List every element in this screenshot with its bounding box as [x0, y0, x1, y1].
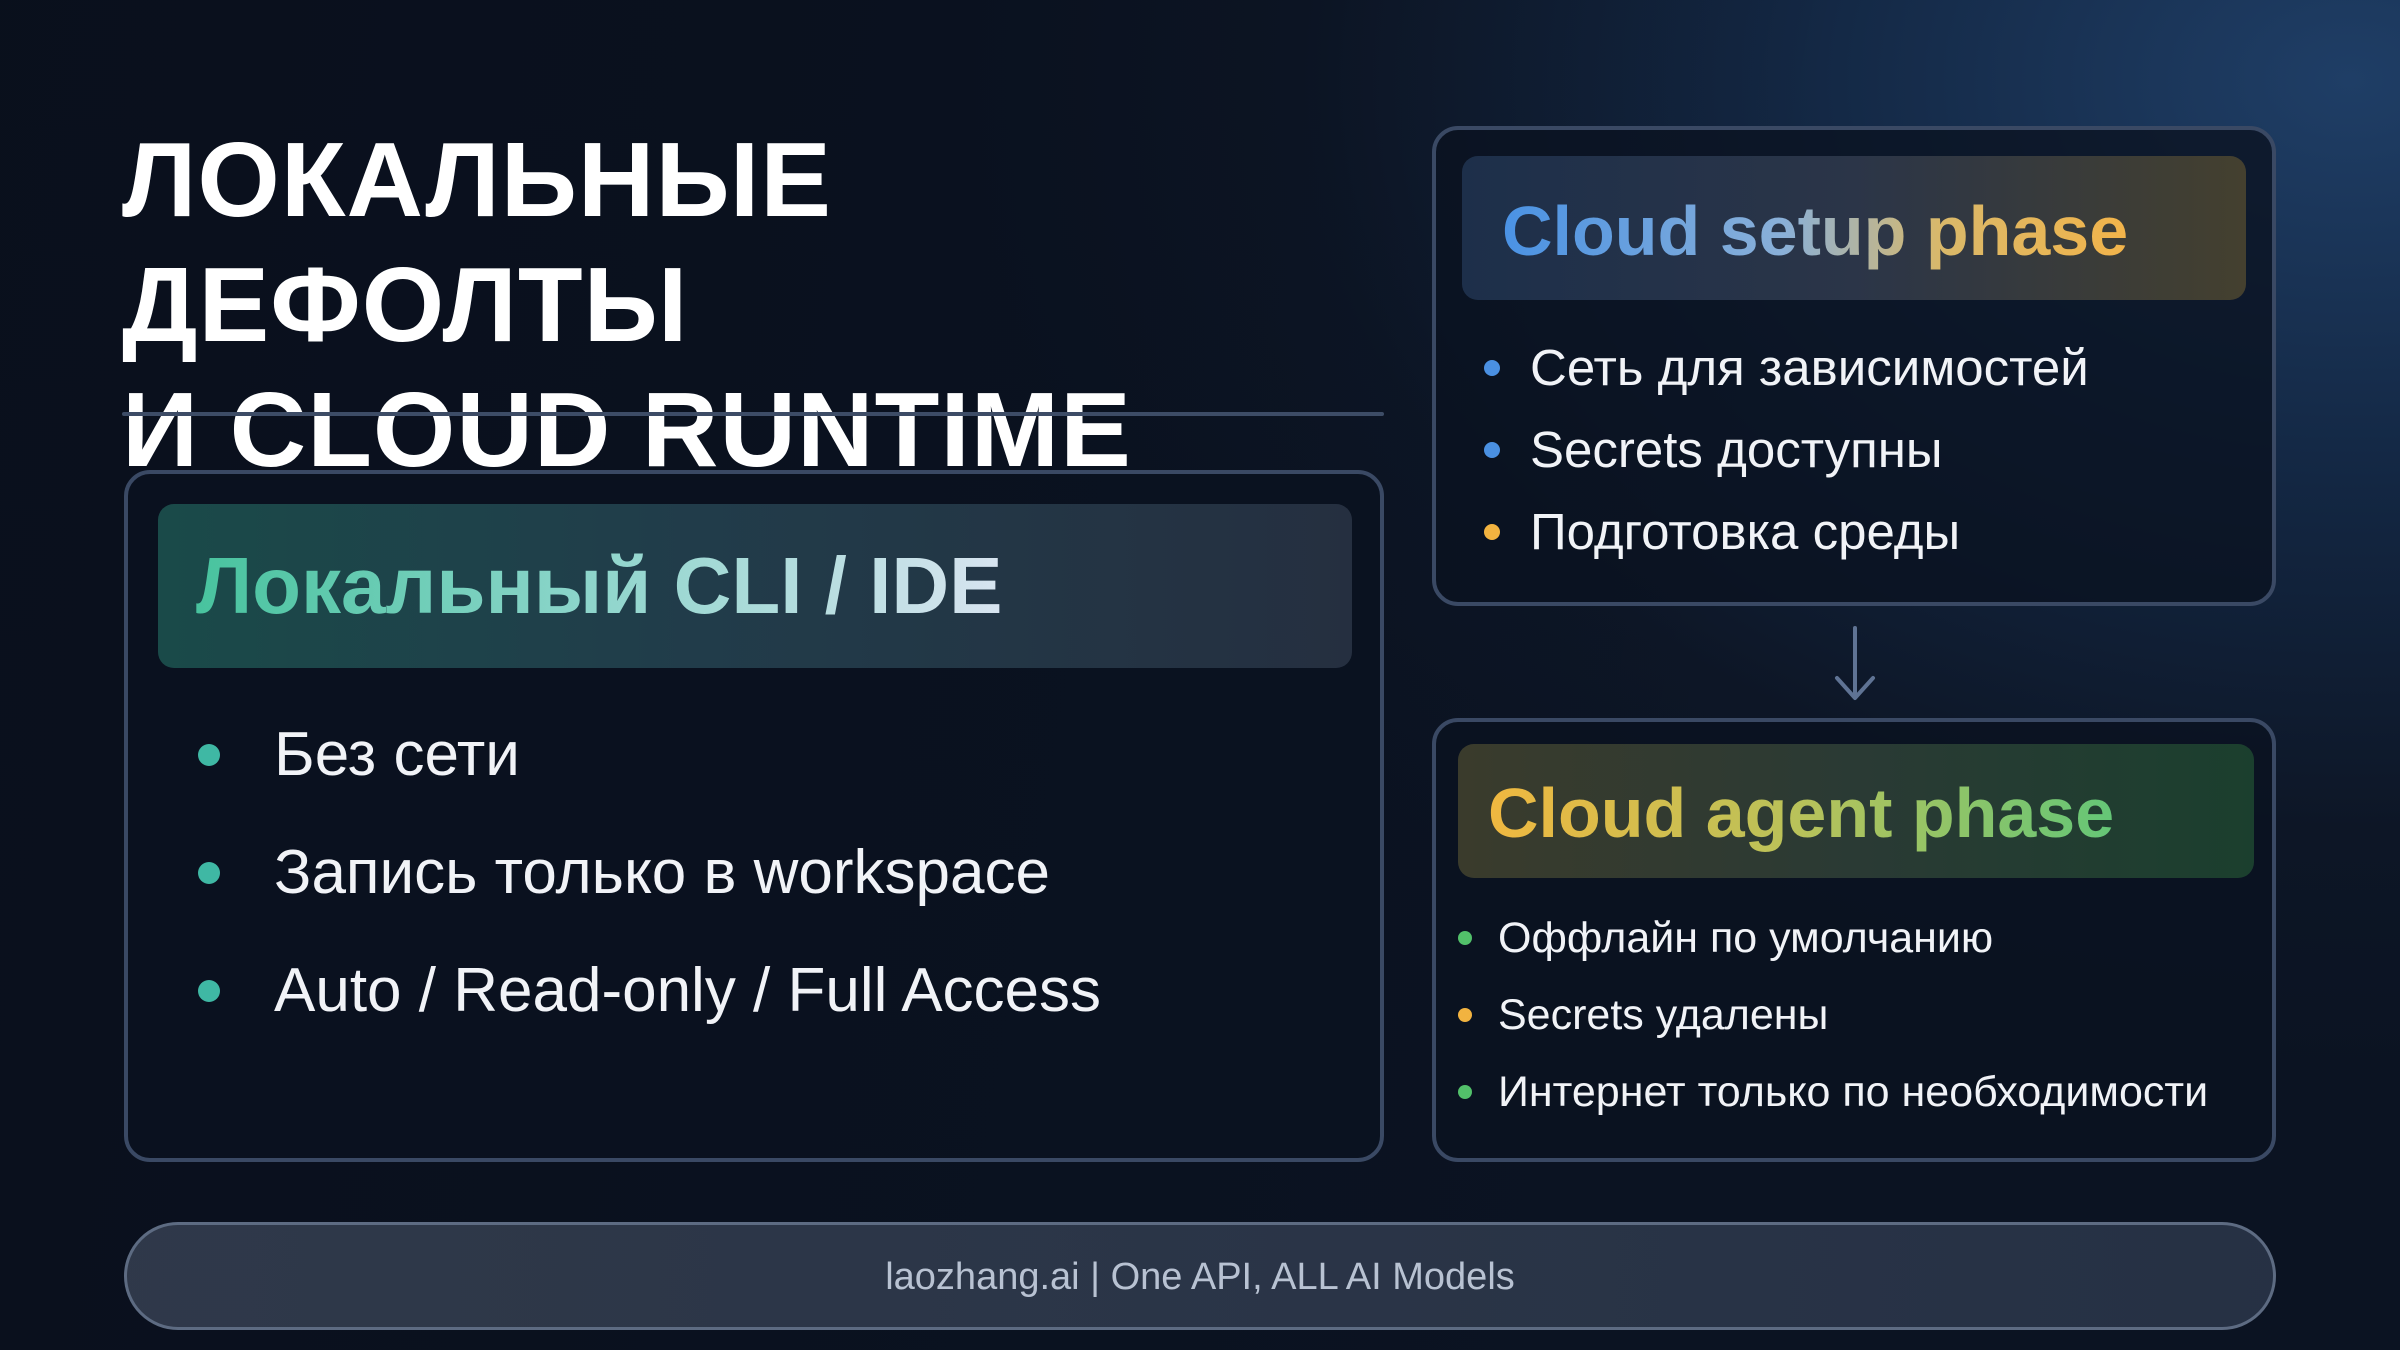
title-divider [122, 412, 1384, 416]
local-list: Без сети Запись только в workspace Auto … [198, 718, 1101, 1072]
bullet-dot-icon [198, 862, 220, 884]
arrow-down-icon [1835, 626, 1875, 700]
list-item: Интернет только по необходимости [1458, 1066, 2208, 1143]
list-item-text: Secrets доступны [1530, 421, 1943, 478]
list-item: Сеть для зависимостей [1484, 338, 2089, 420]
page-title-line-1: ЛОКАЛЬНЫЕ ДЕФОЛТЫ [122, 121, 832, 364]
cloud-agent-title: Cloud agent phase [1488, 774, 2115, 852]
list-item: Подготовка среды [1484, 502, 2089, 584]
bullet-dot-icon [1484, 360, 1500, 376]
bullet-dot-icon [1484, 442, 1500, 458]
list-item: Без сети [198, 718, 1101, 836]
list-item-text: Secrets удалены [1498, 991, 1829, 1039]
bullet-dot-icon [1458, 931, 1472, 945]
cloud-setup-header: Cloud setup phase [1462, 156, 2246, 300]
local-card-header: Локальный CLI / IDE [158, 504, 1352, 668]
local-card: Локальный CLI / IDE Без сети Запись толь… [124, 470, 1384, 1162]
list-item-text: Интернет только по необходимости [1498, 1068, 2209, 1116]
bullet-dot-icon [1484, 524, 1500, 540]
bullet-dot-icon [198, 980, 220, 1002]
bullet-dot-icon [1458, 1085, 1472, 1099]
bullet-dot-icon [198, 744, 220, 766]
cloud-agent-list: Оффлайн по умолчанию Secrets удалены Инт… [1458, 912, 2208, 1143]
cloud-agent-card: Cloud agent phase Оффлайн по умолчанию S… [1432, 718, 2276, 1162]
cloud-setup-list: Сеть для зависимостей Secrets доступны П… [1484, 338, 2089, 584]
list-item: Secrets доступны [1484, 420, 2089, 502]
cloud-setup-title: Cloud setup phase [1502, 192, 2129, 270]
list-item-text: Сеть для зависимостей [1530, 339, 2089, 396]
cloud-setup-card: Cloud setup phase Сеть для зависимостей … [1432, 126, 2276, 606]
cloud-agent-header: Cloud agent phase [1458, 744, 2254, 878]
list-item-text: Оффлайн по умолчанию [1498, 914, 1994, 962]
footer-banner: laozhang.ai | One API, ALL AI Models [124, 1222, 2276, 1330]
list-item: Secrets удалены [1458, 989, 2208, 1066]
list-item-text: Запись только в workspace [274, 838, 1050, 907]
local-card-title: Локальный CLI / IDE [196, 541, 1003, 630]
list-item: Запись только в workspace [198, 836, 1101, 954]
list-item-text: Auto / Read-only / Full Access [274, 956, 1102, 1025]
bullet-dot-icon [1458, 1008, 1472, 1022]
footer-text: laozhang.ai | One API, ALL AI Models [885, 1256, 1515, 1298]
list-item: Auto / Read-only / Full Access [198, 954, 1101, 1072]
list-item: Оффлайн по умолчанию [1458, 912, 2208, 989]
list-item-text: Подготовка среды [1530, 503, 1961, 560]
page-title: ЛОКАЛЬНЫЕ ДЕФОЛТЫ И CLOUD RUNTIME [122, 118, 1422, 493]
list-item-text: Без сети [274, 720, 520, 789]
